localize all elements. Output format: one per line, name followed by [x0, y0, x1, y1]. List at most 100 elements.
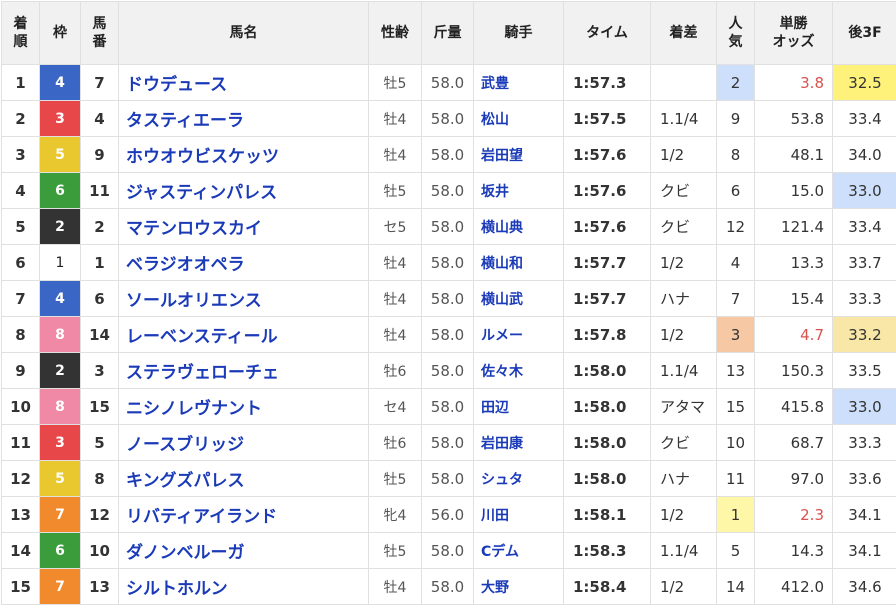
col-header-jockey: 騎手	[473, 1, 564, 65]
table-row: 2 3 4 タスティエーラ 牡4 58.0 松山 1:57.5 1.1/4 9 53.8 33.4	[1, 100, 896, 137]
sex-age-cell: 牡4	[368, 316, 422, 353]
umaban-cell: 1	[80, 244, 119, 281]
rank-cell: 13	[1, 496, 40, 533]
popularity-cell: 7	[716, 280, 755, 317]
jockey-link[interactable]: 武豊	[473, 64, 564, 101]
sex-age-cell: 牡4	[368, 568, 422, 605]
horse-name-link[interactable]: ダノンベルーガ	[118, 532, 369, 569]
sex-age-cell: 牡6	[368, 424, 422, 461]
col-header-margin: 着差	[650, 1, 717, 65]
time-cell: 1:57.6	[563, 208, 651, 245]
weight-cell: 58.0	[421, 208, 474, 245]
waku-badge: 2	[39, 208, 81, 245]
waku-badge: 8	[39, 388, 81, 425]
col-header-name: 馬名	[118, 1, 369, 65]
odds-cell: 68.7	[754, 424, 833, 461]
table-header-row: 着順 枠 馬番 馬名 性齢 斤量 騎手 タイム 着差 人気 単勝 オッズ 後3F	[1, 1, 896, 65]
weight-cell: 58.0	[421, 424, 474, 461]
horse-name-link[interactable]: ベラジオオペラ	[118, 244, 369, 281]
popularity-cell: 2	[716, 64, 755, 101]
horse-name-link[interactable]: ドウデュース	[118, 64, 369, 101]
horse-name-link[interactable]: レーベンスティール	[118, 316, 369, 353]
jockey-link[interactable]: シュタ	[473, 460, 564, 497]
umaban-cell: 14	[80, 316, 119, 353]
umaban-cell: 12	[80, 496, 119, 533]
margin-cell: 1.1/4	[650, 532, 717, 569]
last3f-cell: 34.6	[832, 568, 896, 605]
waku-badge: 7	[39, 496, 81, 533]
horse-name-link[interactable]: シルトホルン	[118, 568, 369, 605]
rank-cell: 11	[1, 424, 40, 461]
last3f-cell: 34.0	[832, 136, 896, 173]
jockey-link[interactable]: ルメー	[473, 316, 564, 353]
last3f-cell: 34.1	[832, 532, 896, 569]
odds-cell: 2.3	[754, 496, 833, 533]
jockey-link[interactable]: 田辺	[473, 388, 564, 425]
horse-name-link[interactable]: ニシノレヴナント	[118, 388, 369, 425]
horse-name-link[interactable]: タスティエーラ	[118, 100, 369, 137]
jockey-link[interactable]: 大野	[473, 568, 564, 605]
popularity-cell: 11	[716, 460, 755, 497]
odds-cell: 15.0	[754, 172, 833, 209]
last3f-cell: 33.6	[832, 460, 896, 497]
odds-cell: 13.3	[754, 244, 833, 281]
margin-cell: 1/2	[650, 568, 717, 605]
jockey-link[interactable]: 横山典	[473, 208, 564, 245]
col-header-time: タイム	[563, 1, 651, 65]
horse-name-link[interactable]: ソールオリエンス	[118, 280, 369, 317]
margin-cell: 1.1/4	[650, 352, 717, 389]
umaban-cell: 11	[80, 172, 119, 209]
weight-cell: 58.0	[421, 352, 474, 389]
jockey-link[interactable]: 横山和	[473, 244, 564, 281]
waku-badge: 5	[39, 136, 81, 173]
horse-name-link[interactable]: マテンロウスカイ	[118, 208, 369, 245]
waku-badge: 2	[39, 352, 81, 389]
horse-name-link[interactable]: リバティアイランド	[118, 496, 369, 533]
last3f-cell: 33.4	[832, 100, 896, 137]
waku-badge: 4	[39, 280, 81, 317]
horse-name-link[interactable]: キングズパレス	[118, 460, 369, 497]
margin-cell: クビ	[650, 172, 717, 209]
jockey-link[interactable]: Cデム	[473, 532, 564, 569]
horse-name-link[interactable]: ジャスティンパレス	[118, 172, 369, 209]
last3f-cell: 33.0	[832, 388, 896, 425]
table-row: 11 3 5 ノースブリッジ 牡6 58.0 岩田康 1:58.0 クビ 10 68.7 33.3	[1, 424, 896, 461]
sex-age-cell: 牡4	[368, 136, 422, 173]
last3f-cell: 33.5	[832, 352, 896, 389]
popularity-cell: 14	[716, 568, 755, 605]
waku-badge: 3	[39, 424, 81, 461]
table-row: 13 7 12 リバティアイランド 牝4 56.0 川田 1:58.1 1/2 1 2.3 34.1	[1, 496, 896, 533]
rank-cell: 8	[1, 316, 40, 353]
weight-cell: 58.0	[421, 460, 474, 497]
margin-cell: 1/2	[650, 136, 717, 173]
waku-badge: 8	[39, 316, 81, 353]
umaban-cell: 10	[80, 532, 119, 569]
popularity-cell: 4	[716, 244, 755, 281]
jockey-link[interactable]: 松山	[473, 100, 564, 137]
umaban-cell: 13	[80, 568, 119, 605]
time-cell: 1:58.1	[563, 496, 651, 533]
jockey-link[interactable]: 坂井	[473, 172, 564, 209]
table-row: 14 6 10 ダノンベルーガ 牡5 58.0 Cデム 1:58.3 1.1/4 5 14.3 34.…	[1, 532, 896, 569]
table-row: 6 1 1 ベラジオオペラ 牡4 58.0 横山和 1:57.7 1/2 4 13.3 33.7	[1, 244, 896, 281]
table-row: 8 8 14 レーベンスティール 牡4 58.0 ルメー 1:57.8 1/2 3 4.7 33.2	[1, 316, 896, 353]
weight-cell: 58.0	[421, 316, 474, 353]
jockey-link[interactable]: 横山武	[473, 280, 564, 317]
horse-name-link[interactable]: ノースブリッジ	[118, 424, 369, 461]
weight-cell: 58.0	[421, 532, 474, 569]
jockey-link[interactable]: 川田	[473, 496, 564, 533]
jockey-link[interactable]: 岩田康	[473, 424, 564, 461]
time-cell: 1:57.3	[563, 64, 651, 101]
jockey-link[interactable]: 佐々木	[473, 352, 564, 389]
sex-age-cell: セ4	[368, 388, 422, 425]
popularity-cell: 8	[716, 136, 755, 173]
sex-age-cell: 牡5	[368, 460, 422, 497]
horse-name-link[interactable]: ステラヴェローチェ	[118, 352, 369, 389]
popularity-cell: 15	[716, 388, 755, 425]
odds-cell: 121.4	[754, 208, 833, 245]
odds-cell: 150.3	[754, 352, 833, 389]
jockey-link[interactable]: 岩田望	[473, 136, 564, 173]
horse-name-link[interactable]: ホウオウビスケッツ	[118, 136, 369, 173]
last3f-cell: 32.5	[832, 64, 896, 101]
time-cell: 1:57.5	[563, 100, 651, 137]
